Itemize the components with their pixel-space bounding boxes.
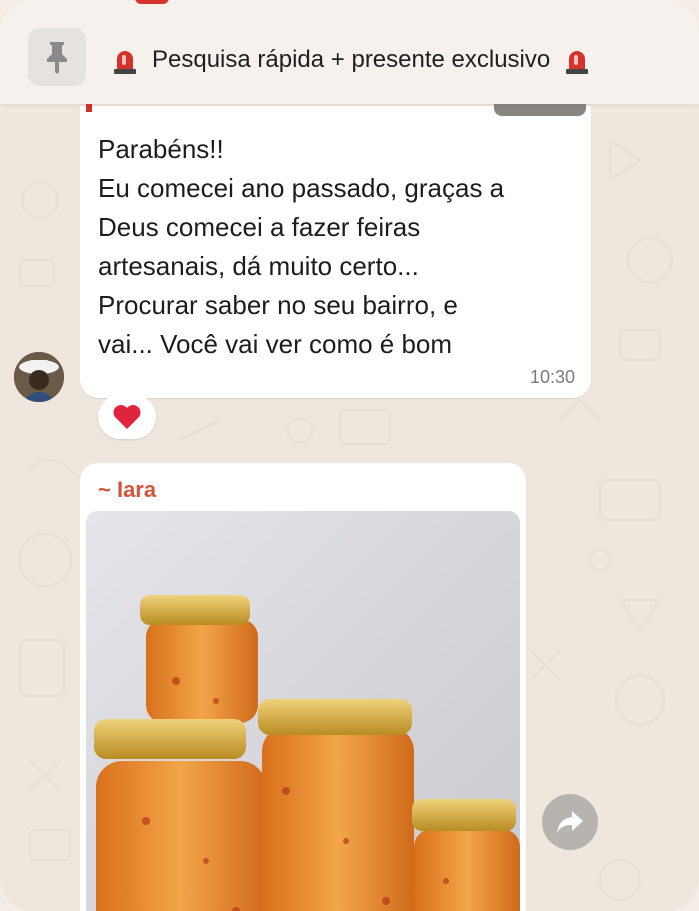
pinned-title: Pesquisa rápida + presente exclusivo xyxy=(152,46,551,73)
police-light-icon xyxy=(114,51,136,74)
pin-icon xyxy=(47,42,67,74)
pin-button[interactable] xyxy=(28,28,86,86)
message-text: Parabéns!! Eu comecei ano passado, graça… xyxy=(98,134,505,359)
sender-name[interactable]: ~ Iara xyxy=(98,477,156,503)
forward-icon xyxy=(557,811,583,833)
avatar[interactable] xyxy=(14,352,64,402)
heart-icon xyxy=(113,405,141,429)
message-bubble[interactable]: Parabéns!! Eu comecei ano passado, graça… xyxy=(80,106,591,398)
police-light-icon xyxy=(566,51,589,74)
pinned-message-bar[interactable]: Pesquisa rápida + presente exclusivo xyxy=(0,0,699,104)
chat-screen: Pesquisa rápida + presente exclusivo Par… xyxy=(0,0,699,911)
jam-jars-photo xyxy=(86,511,520,911)
reaction-badge[interactable] xyxy=(98,395,156,439)
avatar-image xyxy=(14,352,64,402)
message-bubble-media[interactable]: ~ Iara xyxy=(80,463,526,911)
red-indicator xyxy=(135,0,169,4)
forward-button[interactable] xyxy=(542,794,598,850)
message-photo[interactable] xyxy=(86,511,520,911)
message-time: 10:30 xyxy=(529,367,575,387)
